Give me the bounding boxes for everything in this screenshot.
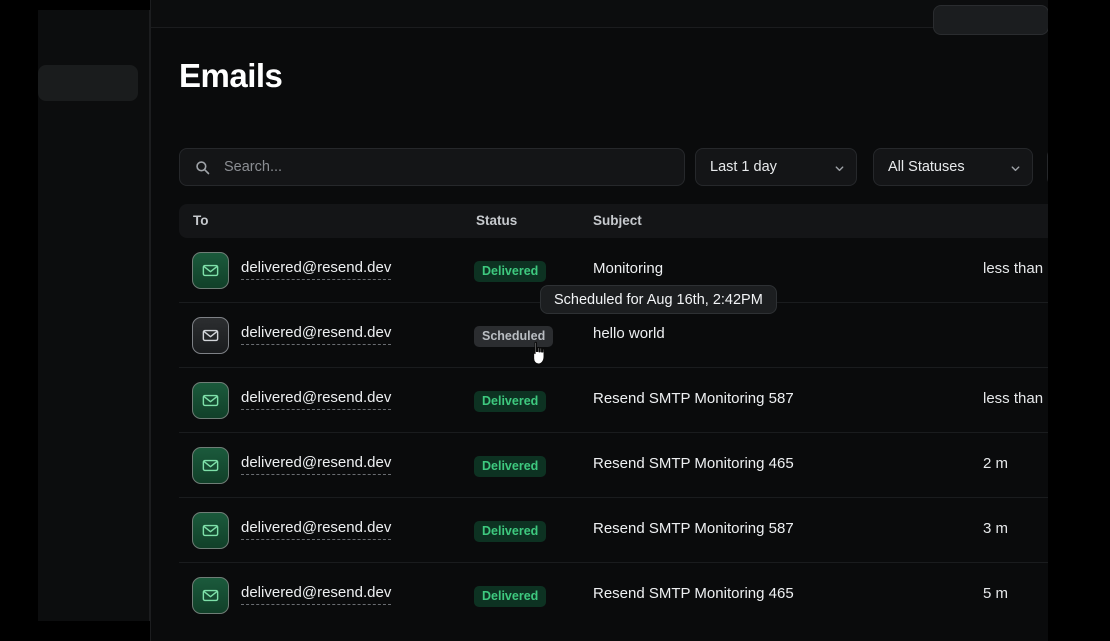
envelope-icon [192,252,229,289]
table-header: To Status Subject [179,204,1048,238]
status-badge[interactable]: Delivered [474,391,547,412]
tooltip: Scheduled for Aug 16th, 2:42PM [540,285,777,314]
table-row[interactable]: delivered@resend.dev Delivered Resend SMTP… [179,563,1048,628]
envelope-icon [192,382,229,419]
recipient-email[interactable]: delivered@resend.dev [241,454,392,475]
date-range-select[interactable]: Last 1 day [695,148,857,186]
recipient-email[interactable]: delivered@resend.dev [241,259,392,280]
status-badge[interactable]: Delivered [474,261,547,282]
email-subject: Monitoring [593,260,664,277]
email-subject: Resend SMTP Monitoring 587 [593,520,794,537]
date-range-label: Last 1 day [710,159,777,175]
main-panel: Emails Last 1 day All Statuses [150,0,1048,641]
additional-filter-select[interactable] [1047,148,1048,186]
column-header-status: Status [476,213,518,228]
pointer-hand-cursor [529,341,551,367]
table-row[interactable]: delivered@resend.dev Delivered Resend SMTP… [179,433,1048,498]
email-timestamp: less than [983,390,1044,407]
top-bar [151,0,1048,35]
email-subject: Resend SMTP Monitoring 587 [593,390,794,407]
screen: Emails Last 1 day All Statuses [0,0,1110,641]
recipient-email[interactable]: delivered@resend.dev [241,584,392,605]
status-badge[interactable]: Delivered [474,456,547,477]
recipient-email[interactable]: delivered@resend.dev [241,519,392,540]
sidebar [38,10,150,621]
search-box[interactable] [179,148,685,186]
chevron-down-icon [1010,162,1021,173]
email-timestamp: less than [983,260,1044,277]
envelope-icon [192,317,229,354]
search-input[interactable] [224,149,674,185]
sidebar-item-selected[interactable] [38,65,138,101]
table-row[interactable]: delivered@resend.dev Delivered Resend SMTP… [179,498,1048,563]
status-filter-select[interactable]: All Statuses [873,148,1033,186]
email-subject: hello world [593,325,665,342]
chevron-down-icon [834,162,845,173]
email-timestamp: 2 m [983,455,1009,472]
page-title: Emails [179,57,283,94]
table-row[interactable]: delivered@resend.dev Delivered Resend SMTP… [179,368,1048,433]
column-header-to: To [193,213,209,228]
recipient-email[interactable]: delivered@resend.dev [241,389,392,410]
email-subject: Resend SMTP Monitoring 465 [593,585,794,602]
top-bar-button[interactable] [933,5,1048,35]
status-filter-label: All Statuses [888,159,965,175]
envelope-icon [192,447,229,484]
column-header-subject: Subject [593,213,642,228]
status-badge[interactable]: Delivered [474,586,547,607]
status-badge[interactable]: Delivered [474,521,547,542]
envelope-icon [192,577,229,614]
envelope-icon [192,512,229,549]
email-timestamp: 3 m [983,520,1009,537]
emails-table: To Status Subject delivered@resend.dev De… [179,204,1048,628]
recipient-email[interactable]: delivered@resend.dev [241,324,392,345]
search-icon [195,160,210,175]
email-timestamp: 5 m [983,585,1009,602]
email-subject: Resend SMTP Monitoring 465 [593,455,794,472]
